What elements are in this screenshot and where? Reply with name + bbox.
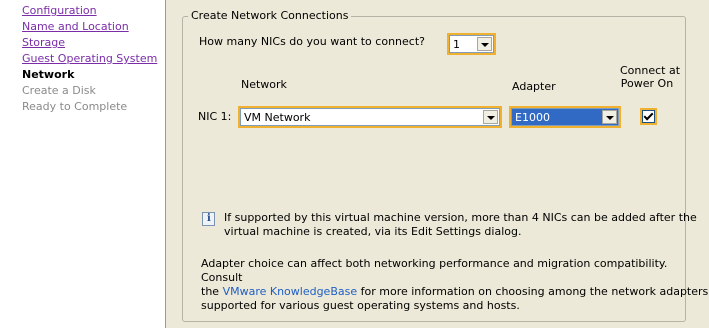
wizard-sidebar: Configuration Name and Location Storage …: [0, 0, 166, 328]
connect-at-power-on-header: Connect at Power On: [620, 64, 681, 90]
info-line-2: virtual machine is created, via its Edit…: [224, 225, 522, 238]
sidebar-item-network: Network: [22, 68, 75, 81]
group-title: Create Network Connections: [188, 9, 352, 22]
nic1-label: NIC 1:: [198, 110, 232, 123]
adapter-note-line-1: Adapter choice can affect both networkin…: [201, 257, 668, 284]
sidebar-item-ready-to-complete: Ready to Complete: [22, 100, 128, 113]
nic1-network-value: VM Network: [244, 111, 311, 124]
network-column-header: Network: [241, 78, 287, 91]
adapter-note-post: for more information on choosing among t…: [357, 285, 709, 298]
sidebar-item-name-and-location[interactable]: Name and Location: [22, 20, 129, 33]
nic1-adapter-dropdown[interactable]: E1000: [511, 108, 619, 126]
chevron-down-icon[interactable]: [483, 110, 498, 124]
chevron-down-icon[interactable]: [602, 110, 617, 124]
adapter-note-pre: the: [201, 285, 223, 298]
wizard-content: Create Network Connections How many NICs…: [166, 0, 709, 328]
adapter-column-header: Adapter: [512, 80, 556, 93]
info-icon: i: [202, 212, 215, 226]
sidebar-item-create-a-disk: Create a Disk: [22, 84, 96, 97]
nic-count-dropdown[interactable]: 1: [449, 35, 494, 53]
connect-header-line1: Connect at: [620, 64, 681, 77]
nic1-network-dropdown[interactable]: VM Network: [240, 108, 500, 126]
adapter-note: Adapter choice can affect both networkin…: [201, 257, 709, 313]
sidebar-item-configuration[interactable]: Configuration: [22, 4, 97, 17]
adapter-note-line-3: supported for various guest operating sy…: [201, 299, 520, 312]
knowledgebase-link[interactable]: VMware KnowledgeBase: [223, 285, 358, 298]
nic-count-label: How many NICs do you want to connect?: [199, 35, 425, 48]
nic1-connect-checkbox[interactable]: [642, 110, 655, 123]
adapter-note-line-2: the VMware KnowledgeBase for more inform…: [201, 285, 709, 299]
nic1-adapter-value: E1000: [515, 111, 550, 124]
sidebar-item-guest-operating-system[interactable]: Guest Operating System: [22, 52, 157, 65]
connect-header-line2: Power On: [620, 77, 674, 90]
nic-count-value: 1: [453, 38, 460, 51]
chevron-down-icon[interactable]: [477, 37, 492, 51]
sidebar-item-storage[interactable]: Storage: [22, 36, 65, 49]
info-message: If supported by this virtual machine ver…: [224, 211, 697, 239]
info-line-1: If supported by this virtual machine ver…: [224, 211, 697, 224]
